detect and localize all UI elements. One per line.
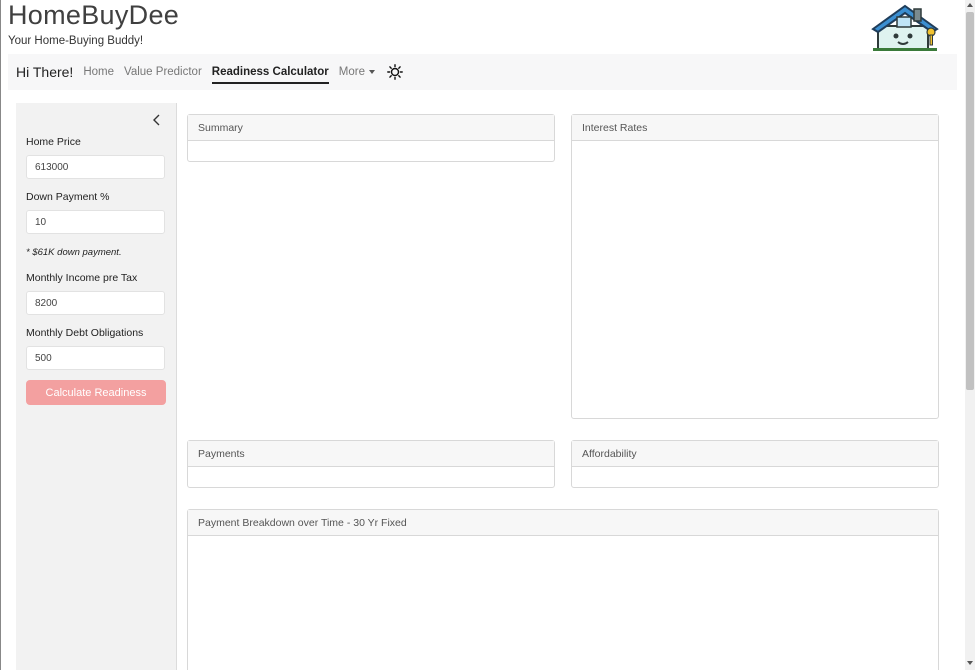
house-mascot-icon [871, 4, 939, 51]
debt-label: Monthly Debt Obligations [26, 327, 144, 339]
down-payment-note: * $61K down payment. [26, 247, 122, 258]
summary-card-title: Summary [188, 115, 554, 141]
top-navbar: Hi There! Home Value Predictor Readiness… [8, 54, 957, 90]
home-price-input[interactable]: 613000 [26, 155, 165, 179]
input-sidebar: Home Price 613000 Down Payment % 10 * $6… [16, 103, 177, 670]
scrollbar-thumb[interactable] [966, 12, 974, 390]
calculate-readiness-button[interactable]: Calculate Readiness [26, 380, 166, 405]
nav-link-readiness-calculator[interactable]: Readiness Calculator [211, 60, 329, 84]
scroll-up-arrow-icon[interactable] [967, 3, 973, 7]
app-title: HomeBuyDee [8, 0, 180, 30]
income-input[interactable]: 8200 [26, 291, 165, 315]
affordability-card: Affordability [571, 440, 939, 488]
income-label: Monthly Income pre Tax [26, 272, 138, 284]
payments-card: Payments [187, 440, 555, 488]
chevron-left-icon[interactable] [151, 113, 163, 127]
down-payment-label: Down Payment % [26, 191, 110, 203]
payments-card-title: Payments [188, 441, 554, 467]
scrollbar-track[interactable] [965, 0, 975, 670]
app-subtitle: Your Home-Buying Buddy! [8, 35, 144, 47]
payment-breakdown-card: Payment Breakdown over Time - 30 Yr Fixe… [187, 509, 939, 670]
debt-input[interactable]: 500 [26, 346, 165, 370]
nav-more-label: More [338, 66, 365, 78]
nav-link-value-predictor[interactable]: Value Predictor [124, 60, 202, 84]
sun-icon[interactable] [387, 64, 403, 80]
down-payment-input[interactable]: 10 [26, 210, 165, 234]
nav-dropdown-more[interactable]: More [339, 60, 375, 84]
payment-breakdown-card-title: Payment Breakdown over Time - 30 Yr Fixe… [188, 510, 938, 536]
interest-rates-card: Interest Rates [571, 114, 939, 419]
nav-link-home[interactable]: Home [83, 60, 114, 84]
interest-rates-card-title: Interest Rates [572, 115, 938, 141]
summary-card: Summary [187, 114, 555, 162]
scroll-down-arrow-icon[interactable] [967, 661, 973, 665]
affordability-card-title: Affordability [572, 441, 938, 467]
home-price-label: Home Price [26, 136, 81, 148]
nav-greeting: Hi There! [16, 64, 74, 80]
caret-down-icon [368, 69, 375, 74]
